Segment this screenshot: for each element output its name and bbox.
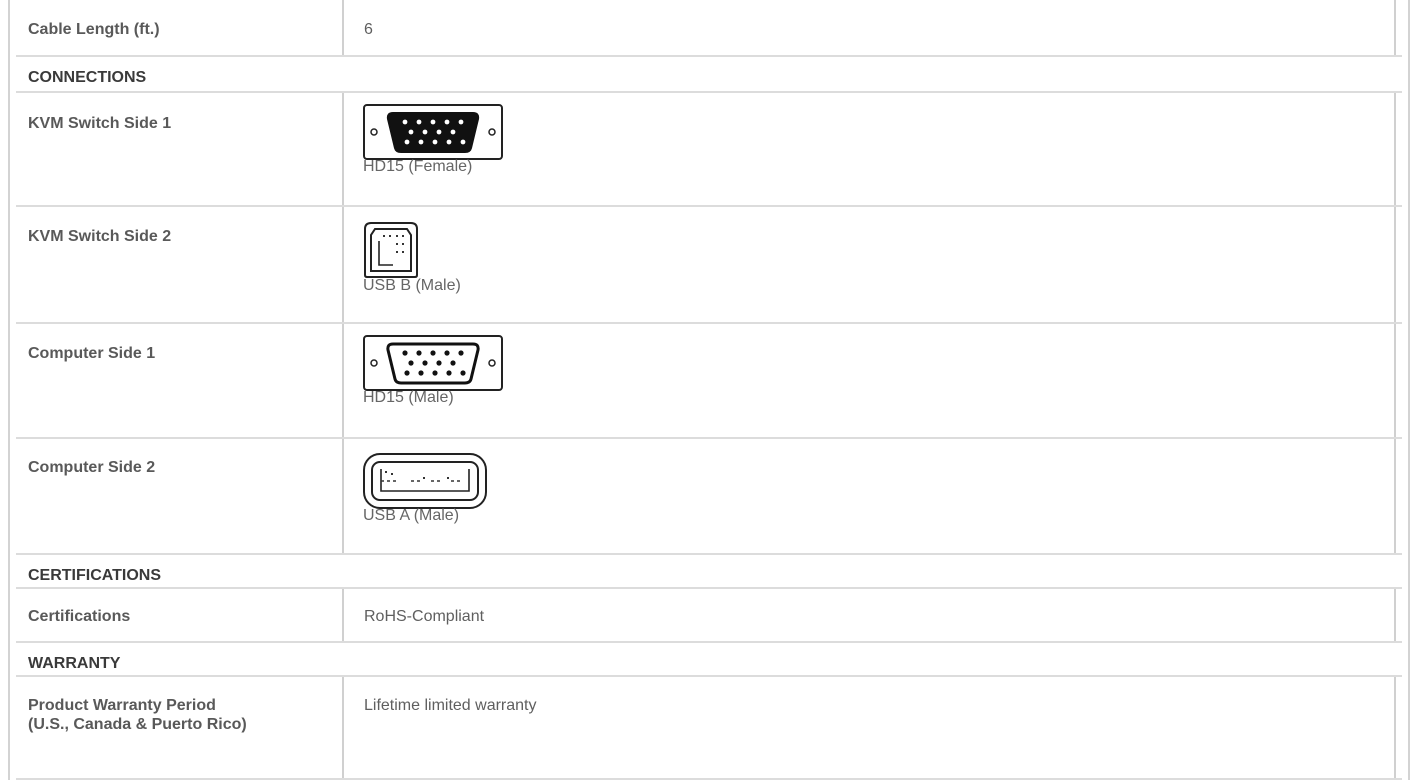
cell-divider	[1394, 439, 1396, 555]
section-header-certifications: CERTIFICATIONS	[16, 555, 1402, 589]
spec-page: Cable Length (ft.) 6 CONNECTIONS KVM Swi…	[0, 0, 1416, 780]
spec-row-certifications: Certifications RoHS-Compliant	[16, 589, 1402, 643]
hd15-male-connector-icon	[363, 335, 503, 391]
spec-label: KVM Switch Side 1	[28, 115, 172, 132]
spec-row-cable-length: Cable Length (ft.) 6	[16, 0, 1402, 57]
spec-label: Cable Length (ft.)	[28, 21, 160, 38]
specifications-table: Cable Length (ft.) 6 CONNECTIONS KVM Swi…	[16, 0, 1402, 780]
connector-cell: USB B (Male)	[344, 207, 1394, 324]
spec-value: RoHS-Compliant	[364, 608, 485, 625]
cell-divider	[1394, 0, 1396, 57]
cell-divider	[1394, 207, 1396, 324]
connector: HD15 (Male)	[363, 335, 1394, 407]
spec-label: Computer Side 2	[28, 459, 156, 476]
connector-cell: USB A (Male)	[344, 439, 1394, 555]
cell-divider	[1394, 589, 1396, 643]
cell-divider	[1394, 324, 1396, 439]
connector-cell: HD15 (Male)	[344, 324, 1394, 439]
spec-row-kvm-side-2: KVM Switch Side 2 USB B (Male)	[16, 207, 1402, 324]
spec-label: Computer Side 1	[28, 345, 156, 362]
connector-label: HD15 (Male)	[363, 389, 454, 406]
connector: HD15 (Female)	[363, 104, 1394, 176]
connector-cell: HD15 (Female)	[344, 93, 1394, 207]
cell-divider	[1394, 677, 1396, 780]
usb-b-male-connector-icon	[364, 222, 418, 278]
spec-label-line: Product Warranty Period	[28, 697, 216, 714]
spec-value: 6	[364, 21, 373, 38]
cell-divider	[1394, 93, 1396, 207]
section-header-warranty: WARRANTY	[16, 643, 1402, 677]
spec-value: Lifetime limited warranty	[364, 697, 537, 714]
connector: USB B (Male)	[363, 221, 1394, 295]
usb-a-male-connector-icon	[363, 453, 487, 509]
spec-label: Product Warranty Period (U.S., Canada & …	[16, 677, 342, 780]
spec-row-computer-side-2: Computer Side 2 USB A (Male)	[16, 439, 1402, 555]
connector-label: USB B (Male)	[363, 277, 461, 294]
page-right-border	[1408, 0, 1410, 780]
spec-label: KVM Switch Side 2	[28, 228, 172, 245]
page-left-border	[8, 0, 10, 780]
spec-row-warranty-period: Product Warranty Period (U.S., Canada & …	[16, 677, 1402, 780]
spec-label-line: (U.S., Canada & Puerto Rico)	[28, 716, 247, 733]
spec-row-computer-side-1: Computer Side 1 HD15 (Male)	[16, 324, 1402, 439]
spec-label: Certifications	[28, 608, 131, 625]
connector-label: USB A (Male)	[363, 507, 460, 524]
connector-label: HD15 (Female)	[363, 158, 473, 175]
spec-row-kvm-side-1: KVM Switch Side 1 HD15 (Female)	[16, 93, 1402, 207]
hd15-female-connector-icon	[363, 104, 503, 160]
connector: USB A (Male)	[363, 453, 1394, 525]
section-header-connections: CONNECTIONS	[16, 57, 1402, 93]
